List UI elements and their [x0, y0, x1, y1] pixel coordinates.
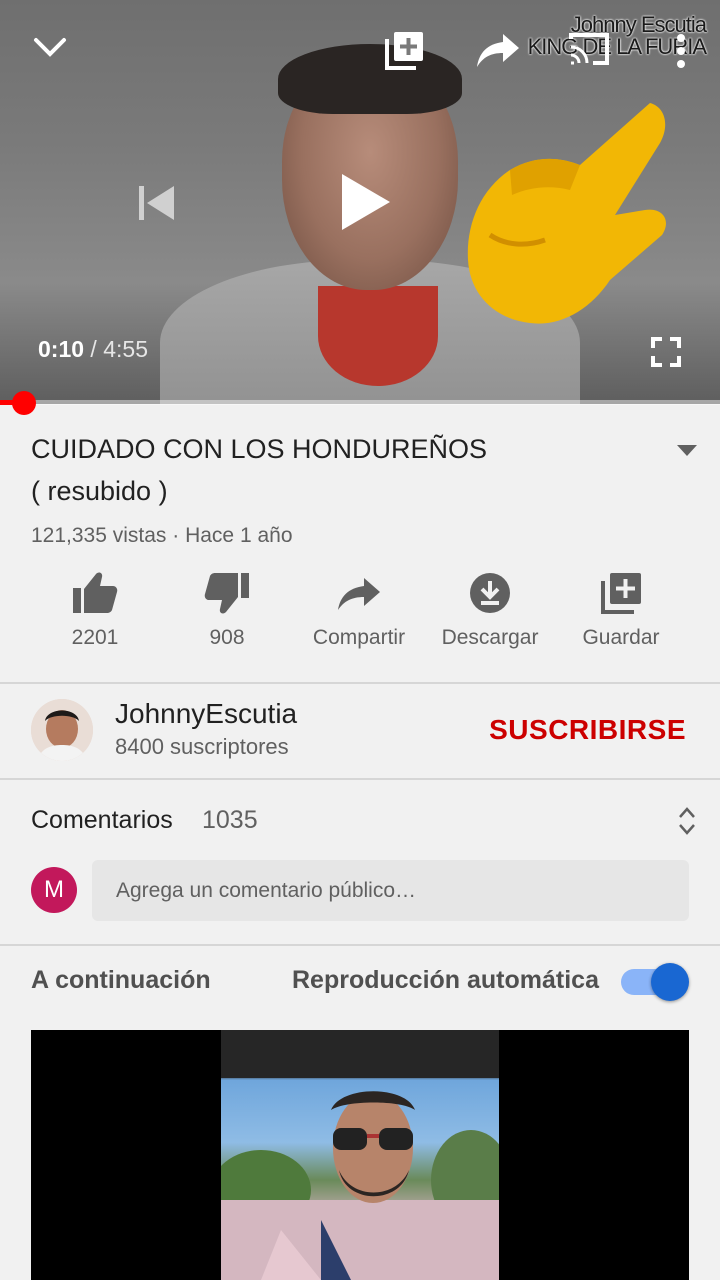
more-vert-icon[interactable] — [674, 33, 688, 69]
cast-icon[interactable] — [567, 31, 611, 67]
pointing-hand-emoji — [467, 103, 666, 324]
channel-avatar[interactable] — [31, 699, 93, 761]
dislike-count: 908 — [209, 626, 245, 649]
add-to-queue-icon[interactable] — [385, 30, 425, 70]
video-title[interactable]: CUIDADO CON LOS HONDUREÑOS ( resubido ) — [31, 428, 631, 512]
comments-count: 1035 — [202, 806, 258, 834]
current-time: 0:10 — [38, 336, 85, 362]
divider — [0, 682, 720, 684]
comments-label[interactable]: Comentarios — [31, 806, 173, 835]
expand-collapse-icon[interactable] — [678, 806, 696, 836]
save-button[interactable]: Guardar — [551, 572, 691, 650]
video-title-line2: ( resubido ) — [31, 476, 168, 506]
video-title-line1: CUIDADO CON LOS HONDUREÑOS — [31, 434, 488, 464]
save-label: Guardar — [582, 626, 660, 649]
skip-previous-icon[interactable] — [136, 183, 176, 223]
channel-avatar-image — [31, 699, 93, 761]
expand-description-icon[interactable] — [677, 445, 697, 457]
download-label: Descargar — [441, 626, 539, 649]
video-player[interactable]: Johnny Escutia KING DE LA FURIA 0:10 / 4… — [0, 0, 720, 404]
thumb-up-icon — [73, 572, 118, 613]
playback-time: 0:10 / 4:55 — [38, 336, 148, 363]
comment-input[interactable]: Agrega un comentario público… — [92, 860, 689, 921]
autoplay-label: Reproducción automática — [292, 966, 599, 994]
subscribe-button[interactable]: SUSCRIBIRSE — [489, 714, 686, 746]
subscriber-count: 8400 suscriptores — [115, 734, 289, 759]
chevron-down-icon[interactable] — [32, 32, 68, 62]
next-video-thumbnail[interactable] — [31, 1030, 689, 1280]
download-icon — [470, 573, 510, 613]
share-icon[interactable] — [475, 30, 521, 70]
dislike-button[interactable]: 908 — [157, 572, 297, 650]
like-count: 2201 — [71, 626, 119, 649]
channel-name[interactable]: JohnnyEscutia — [115, 698, 297, 730]
video-frame-hair — [278, 44, 462, 114]
video-duration: 4:55 — [103, 336, 148, 362]
share-label: Compartir — [312, 626, 406, 649]
playlist-add-icon — [601, 573, 641, 614]
video-views-and-date: 121,335 vistas · Hace 1 año — [31, 524, 293, 547]
share-button[interactable]: Compartir — [289, 572, 429, 650]
progress-bar-track[interactable] — [0, 400, 720, 405]
play-icon[interactable] — [336, 170, 394, 234]
download-button[interactable]: Descargar — [420, 572, 560, 650]
progress-scrubber[interactable] — [12, 391, 37, 415]
fullscreen-icon[interactable] — [651, 337, 681, 367]
thumb-down-icon — [204, 573, 249, 614]
divider — [0, 944, 720, 946]
like-button[interactable]: 2201 — [25, 572, 165, 650]
next-video-frame — [221, 1030, 499, 1280]
next-video-image — [221, 1030, 499, 1280]
divider — [0, 778, 720, 780]
autoplay-toggle-knob[interactable] — [651, 963, 689, 1001]
time-separator: / — [84, 336, 104, 362]
user-avatar: M — [31, 867, 77, 913]
share-icon — [338, 578, 380, 610]
video-frame-shirt — [318, 286, 438, 386]
up-next-label: A continuación — [31, 966, 211, 994]
